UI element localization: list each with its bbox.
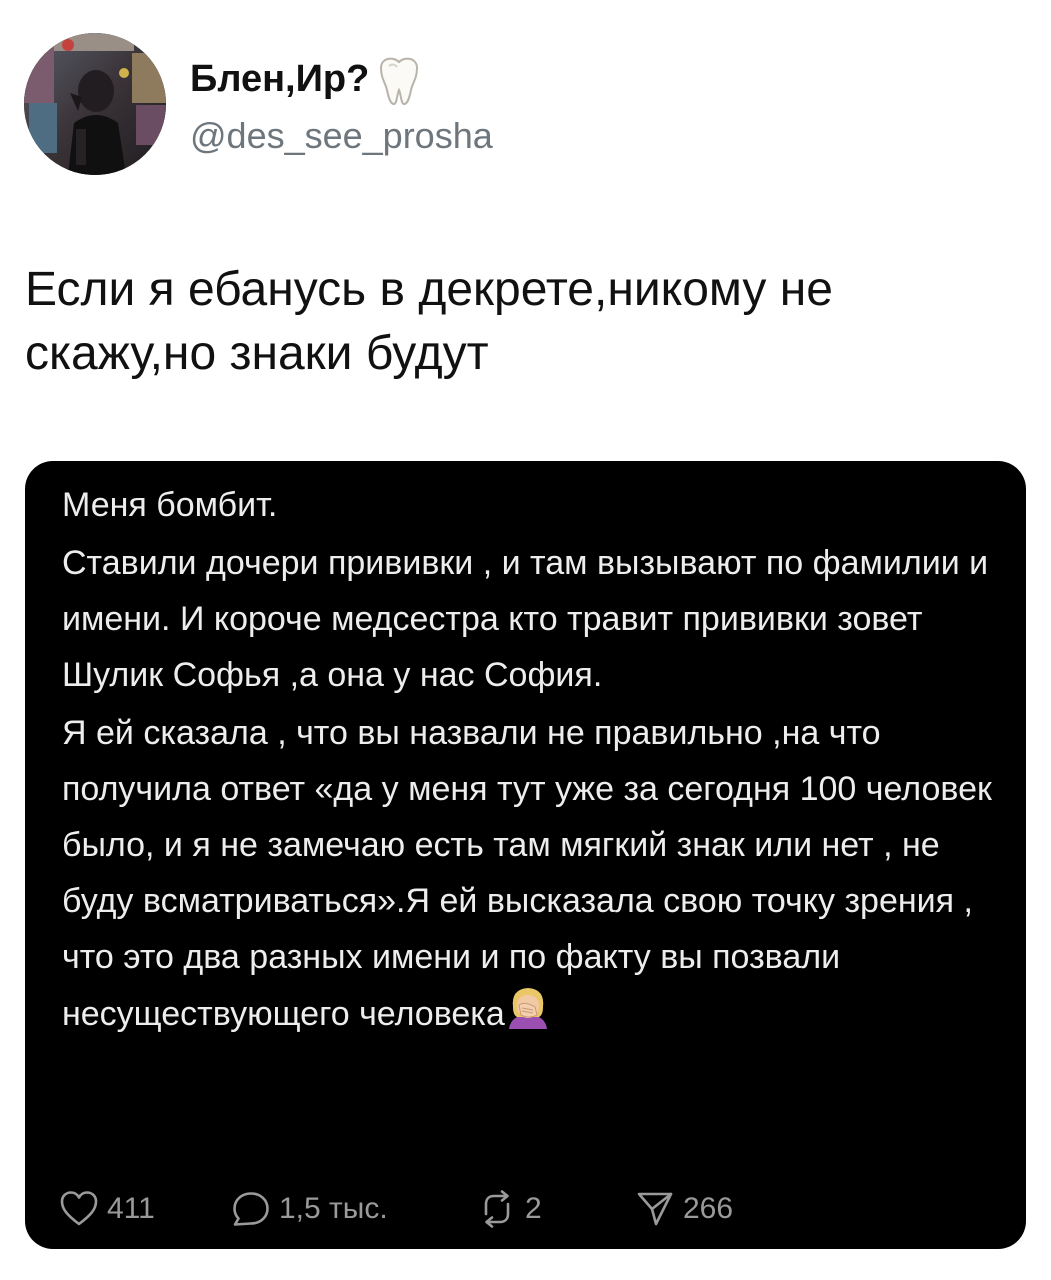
author-name-text: Блен,Ир? — [190, 58, 370, 100]
comment-button[interactable]: 1,5 тыс. — [231, 1181, 388, 1237]
author-handle[interactable]: @des_see_prosha — [190, 114, 493, 158]
embedded-paragraph: Я ей сказала , что вы назвали не правиль… — [62, 705, 997, 1042]
heart-icon — [60, 1191, 98, 1226]
facepalm-emoji-icon — [505, 985, 551, 1029]
embedded-paragraph: Ставили дочери прививки , и там вызывают… — [62, 544, 989, 694]
avatar-photo — [24, 33, 166, 175]
comment-count: 1,5 тыс. — [279, 1192, 388, 1225]
embedded-post-card[interactable]: Меня бомбит. Ставили дочери прививки , и… — [25, 461, 1026, 1249]
like-button[interactable]: 411 — [59, 1181, 155, 1237]
embedded-paragraph: Меня бомбит. — [62, 486, 278, 524]
repost-count: 2 — [525, 1192, 542, 1225]
share-count: 266 — [683, 1192, 734, 1225]
repost-icon — [484, 1190, 510, 1228]
embedded-post-body: Меня бомбит. Ставили дочери прививки , и… — [62, 477, 997, 1044]
avatar[interactable] — [24, 33, 166, 175]
author-display-name[interactable]: Блен,Ир? — [190, 52, 423, 106]
embedded-post-stats: 411 1,5 тыс. 2 266 — [59, 1181, 819, 1237]
tweet-text: Если я ебанусь в декрете,никому не скажу… — [25, 263, 833, 380]
like-count: 411 — [107, 1192, 155, 1225]
tooth-icon — [375, 56, 423, 106]
repost-button[interactable]: 2 — [477, 1181, 542, 1237]
share-button[interactable]: 266 — [635, 1181, 733, 1237]
comment-bubble-icon — [233, 1192, 269, 1226]
send-icon — [637, 1192, 673, 1226]
